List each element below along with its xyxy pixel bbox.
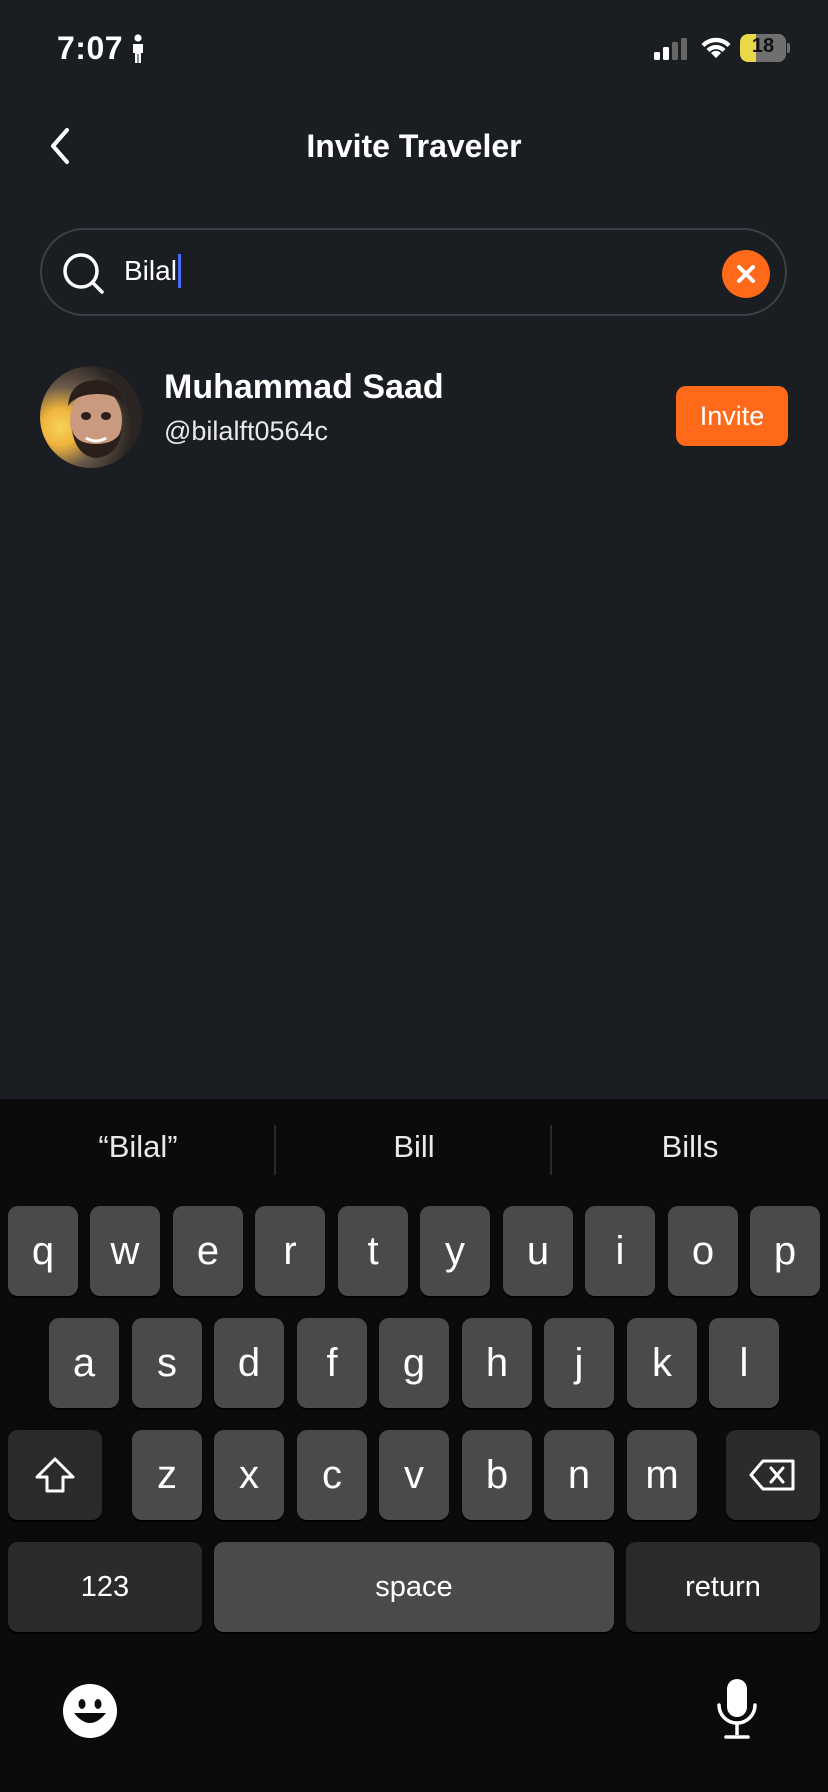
key-m[interactable]: m: [627, 1430, 697, 1520]
status-bar: 7:07 18: [0, 0, 828, 100]
search-icon: [62, 252, 106, 301]
key-o[interactable]: o: [668, 1206, 738, 1296]
key-i[interactable]: i: [585, 1206, 655, 1296]
key-n[interactable]: n: [544, 1430, 614, 1520]
close-icon: [737, 265, 755, 283]
user-handle: @bilalft0564c: [164, 416, 329, 446]
key-c[interactable]: c: [297, 1430, 367, 1520]
search-text: Bilal: [124, 255, 177, 286]
key-j[interactable]: j: [544, 1318, 614, 1408]
key-p[interactable]: p: [750, 1206, 820, 1296]
key-d[interactable]: d: [214, 1318, 284, 1408]
key-k[interactable]: k: [627, 1318, 697, 1408]
space-key[interactable]: space: [214, 1542, 614, 1632]
key-r[interactable]: r: [255, 1206, 325, 1296]
suggestion-item[interactable]: “Bilal”: [0, 1129, 276, 1165]
clear-search-button[interactable]: [722, 250, 770, 298]
key-q[interactable]: q: [8, 1206, 78, 1296]
list-item[interactable]: Muhammad Saad @bilalft0564c Invite: [40, 366, 788, 470]
key-s[interactable]: s: [132, 1318, 202, 1408]
person-icon: [130, 34, 146, 69]
search-input[interactable]: Bilal: [40, 228, 787, 316]
key-u[interactable]: u: [503, 1206, 573, 1296]
suggestion-item[interactable]: Bills: [552, 1129, 828, 1165]
keyboard: “Bilal” Bill Bills q w e r t y u i o p a…: [0, 1099, 828, 1792]
avatar: [40, 366, 142, 468]
suggestion-bar: “Bilal” Bill Bills: [0, 1099, 828, 1203]
search-field-value: Bilal: [124, 254, 181, 288]
suggestion-item[interactable]: Bill: [276, 1129, 552, 1165]
wifi-icon: [700, 36, 732, 65]
shift-key[interactable]: [8, 1430, 102, 1520]
key-a[interactable]: a: [49, 1318, 119, 1408]
key-x[interactable]: x: [214, 1430, 284, 1520]
user-name: Muhammad Saad: [164, 368, 444, 406]
key-e[interactable]: e: [173, 1206, 243, 1296]
invite-button[interactable]: Invite: [676, 386, 788, 446]
microphone-button[interactable]: [714, 1677, 760, 1746]
key-t[interactable]: t: [338, 1206, 408, 1296]
shift-arrow-icon: [35, 1457, 75, 1493]
key-h[interactable]: h: [462, 1318, 532, 1408]
status-time: 7:07: [57, 30, 124, 66]
signal-icon: [654, 38, 690, 65]
text-caret: [177, 254, 181, 288]
emoji-button[interactable]: [62, 1683, 118, 1744]
delete-key[interactable]: [726, 1430, 820, 1520]
emoji-icon: [63, 1684, 117, 1738]
page-title: Invite Traveler: [306, 128, 522, 164]
key-y[interactable]: y: [420, 1206, 490, 1296]
key-f[interactable]: f: [297, 1318, 367, 1408]
numbers-key[interactable]: 123: [8, 1542, 202, 1632]
backspace-icon: [749, 1459, 795, 1491]
battery-level: 18: [751, 35, 775, 57]
key-b[interactable]: b: [462, 1430, 532, 1520]
return-key[interactable]: return: [626, 1542, 820, 1632]
key-z[interactable]: z: [132, 1430, 202, 1520]
key-w[interactable]: w: [90, 1206, 160, 1296]
key-v[interactable]: v: [379, 1430, 449, 1520]
key-l[interactable]: l: [709, 1318, 779, 1408]
battery-icon: 18: [740, 34, 790, 62]
key-g[interactable]: g: [379, 1318, 449, 1408]
microphone-icon: [717, 1679, 757, 1739]
